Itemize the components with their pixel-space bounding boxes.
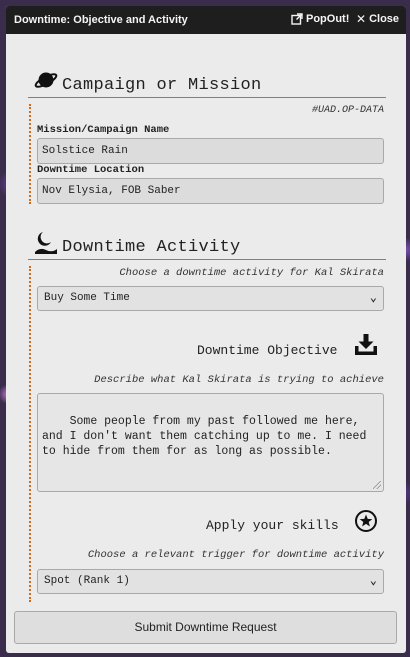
- popout-label: PopOut!: [306, 13, 350, 25]
- uad-tag: #UAD.OP-DATA: [311, 105, 384, 116]
- trigger-select-value: Spot (Rank 1): [44, 575, 130, 587]
- close-label: Close: [369, 13, 400, 25]
- chevron-down-icon: ⌄: [369, 291, 377, 305]
- window-titlebar[interactable]: Downtime: Objective and Activity PopOut!…: [6, 6, 406, 34]
- trigger-select[interactable]: Spot (Rank 1) ⌄: [37, 569, 384, 594]
- campaign-heading: Campaign or Mission: [62, 76, 262, 95]
- activity-select-value: Buy Some Time: [44, 292, 130, 304]
- close-button[interactable]: ✕ Close: [356, 13, 399, 25]
- downtime-location-field[interactable]: Nov Elysia, FOB Saber: [37, 178, 384, 204]
- chevron-down-icon: ⌄: [369, 574, 377, 588]
- trigger-hint: Choose a relevant trigger for downtime a…: [87, 549, 384, 561]
- objective-hint: Describe what Kal Skirata is trying to a…: [94, 374, 384, 386]
- campaign-divider: [29, 104, 31, 204]
- resize-grip-icon[interactable]: [373, 481, 381, 489]
- external-link-icon: [291, 13, 303, 25]
- activity-select[interactable]: Buy Some Time ⌄: [37, 286, 384, 311]
- activity-section-header: Downtime Activity: [28, 230, 386, 260]
- objective-text: Some people from my past followed me her…: [42, 415, 374, 458]
- objective-textarea[interactable]: Some people from my past followed me her…: [37, 393, 384, 492]
- moon-landscape-icon: [35, 232, 57, 254]
- activity-divider: [29, 266, 31, 602]
- close-icon: ✕: [356, 12, 367, 26]
- skills-heading: Apply your skills: [206, 518, 339, 533]
- activity-heading: Downtime Activity: [62, 238, 241, 257]
- popout-button[interactable]: PopOut!: [291, 13, 349, 25]
- download-tray-icon: [355, 334, 377, 355]
- submit-downtime-button[interactable]: Submit Downtime Request: [14, 611, 397, 644]
- mission-name-field[interactable]: Solstice Rain: [37, 138, 384, 164]
- star-circle-icon: [355, 510, 377, 532]
- campaign-section-header: Campaign or Mission: [28, 68, 386, 98]
- window-title: Downtime: Objective and Activity: [14, 14, 188, 26]
- downtime-window: Downtime: Objective and Activity PopOut!…: [6, 6, 406, 653]
- downtime-location-label: Downtime Location: [37, 164, 145, 176]
- activity-hint: Choose a downtime activity for Kal Skira…: [119, 267, 384, 279]
- objective-heading: Downtime Objective: [197, 343, 338, 358]
- planet-icon: [34, 72, 58, 88]
- mission-name-label: Mission/Campaign Name: [37, 124, 170, 136]
